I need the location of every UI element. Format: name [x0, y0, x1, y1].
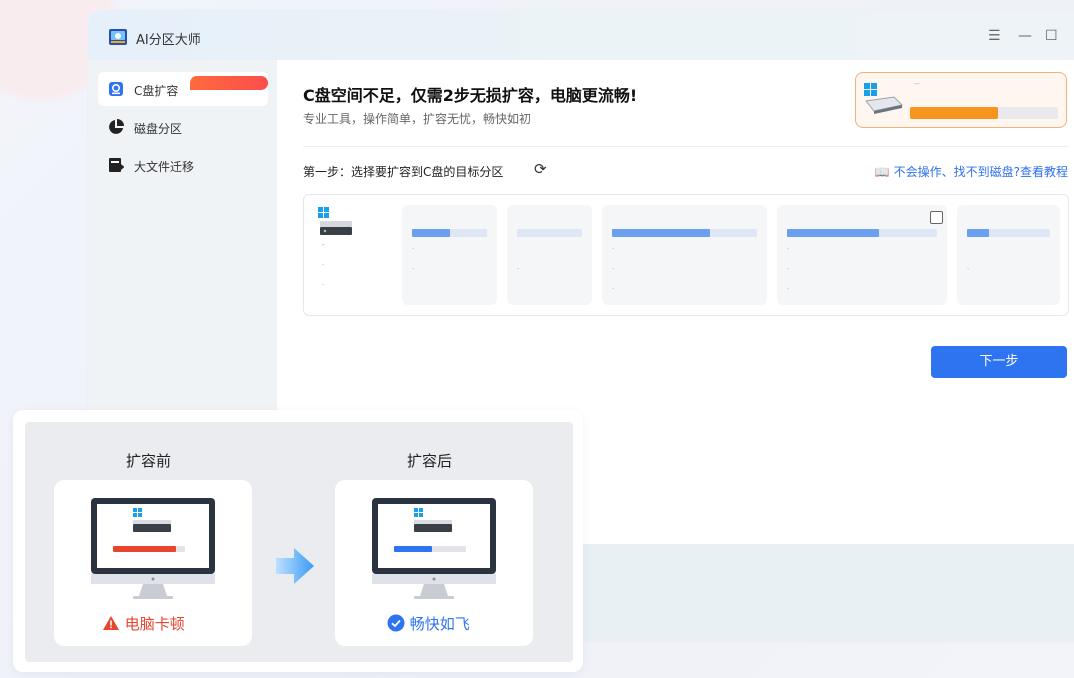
after-status-text: 畅快如飞: [409, 615, 470, 633]
app-logo-icon: [109, 29, 127, 45]
partition-usage-bar: [412, 229, 450, 237]
step-one-label: 第一步：选择要扩容到C盘的目标分区: [303, 165, 504, 179]
sidebar-item-disk-partition[interactable]: 磁盘分区: [98, 110, 268, 144]
page-subtitle: 专业工具，操作简单，扩容无忧，畅快如初: [303, 112, 532, 126]
book-icon: 📖: [874, 165, 890, 179]
comparison-panel-inner: 扩容前 电脑卡顿 扩容后 畅快如飞: [25, 422, 573, 662]
minimize-icon[interactable]: —: [1018, 28, 1032, 44]
partition-tile[interactable]: --: [402, 205, 497, 305]
partition-tile[interactable]: ---: [602, 205, 767, 305]
sidebar-item-c-expand[interactable]: C盘扩容: [98, 72, 268, 106]
monitor-fast-icon: [372, 498, 496, 599]
help-link-text: 不会操作、找不到磁盘?查看教程: [893, 165, 1068, 179]
promo-label: --: [914, 79, 920, 88]
monitor-slow-icon: [91, 498, 215, 599]
before-title: 扩容前: [126, 452, 172, 470]
sidebar-item-label: C盘扩容: [134, 84, 179, 98]
sidebar-item-file-migrate[interactable]: 大文件迁移: [98, 148, 268, 182]
disk-meta: -: [322, 281, 325, 289]
app-title: AI分区大师: [136, 33, 201, 48]
sidebar-item-label: 磁盘分区: [134, 122, 183, 136]
partition-tile[interactable]: ---: [777, 205, 947, 305]
partition-usage-bar: [787, 229, 879, 237]
after-card: 畅快如飞: [335, 480, 533, 646]
disk-expand-icon: [109, 82, 123, 96]
disk-meta: -: [322, 261, 325, 269]
maximize-icon[interactable]: ☐: [1045, 28, 1058, 44]
divider: [303, 146, 1068, 147]
partition-usage-bar: [612, 229, 710, 237]
refresh-icon[interactable]: ⟳: [534, 160, 547, 178]
before-status: 电脑卡顿: [102, 613, 185, 634]
arrow-right-icon: [276, 548, 314, 584]
disk-drive-icon: [318, 207, 352, 235]
sidebar: C盘扩容 磁盘分区 大文件迁移: [88, 60, 277, 470]
sidebar-item-label: 大文件迁移: [134, 160, 195, 174]
promo-progress-fill: [910, 107, 998, 119]
disk-partition-card: - - - -- - --- --- -: [303, 194, 1069, 316]
next-step-button[interactable]: 下一步: [931, 346, 1067, 378]
title-bar: AI分区大师 ☰ — ☐: [88, 10, 1074, 60]
warning-icon: [103, 616, 119, 630]
before-status-text: 电脑卡顿: [124, 615, 185, 633]
page-title: C盘空间不足，仅需2步无损扩容，电脑更流畅!: [303, 86, 638, 105]
disk-icon: [864, 83, 904, 114]
menu-icon[interactable]: ☰: [988, 28, 1001, 44]
promo-disk-banner[interactable]: --: [855, 72, 1067, 128]
help-link[interactable]: 📖 不会操作、找不到磁盘?查看教程: [875, 163, 1068, 180]
pie-partition-icon: [109, 119, 124, 134]
partition-usage-bar: [967, 229, 989, 237]
partition-checkbox[interactable]: [930, 211, 943, 224]
after-status: 畅快如飞: [387, 613, 470, 634]
file-migrate-icon: [109, 158, 124, 172]
disk-meta: -: [322, 241, 325, 249]
before-card: 电脑卡顿: [54, 480, 252, 646]
after-title: 扩容后: [407, 452, 453, 470]
partition-tile[interactable]: -: [507, 205, 592, 305]
check-circle-icon: [387, 614, 405, 632]
partition-tile[interactable]: -: [957, 205, 1060, 305]
hot-badge: [190, 76, 268, 90]
comparison-panel: 扩容前 电脑卡顿 扩容后 畅快如飞: [13, 410, 583, 672]
